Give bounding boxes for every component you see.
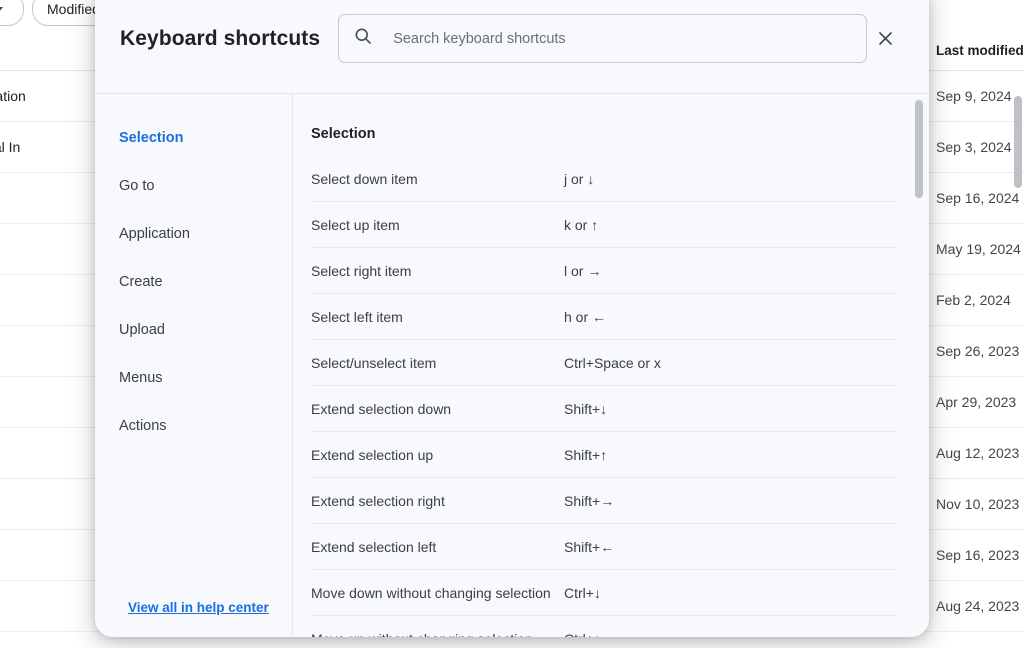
sidebar-item-selection[interactable]: Selection [95, 114, 292, 162]
shortcut-action-label: Extend selection left [311, 539, 564, 555]
shortcut-keys-label: j or ↓ [564, 171, 897, 187]
file-date-cell: Sep 26, 2023 [936, 343, 1024, 359]
sidebar-item-menus[interactable]: Menus [95, 354, 292, 402]
file-date-cell: May 19, 2024 [936, 241, 1024, 257]
chevron-down-icon [0, 7, 3, 12]
section-heading: Selection [311, 94, 897, 156]
shortcut-action-label: Extend selection right [311, 493, 564, 509]
shortcut-action-label: Move down without changing selection [311, 585, 564, 601]
search-box[interactable] [338, 14, 867, 63]
shortcut-keys-label: Shift+↓ [564, 401, 897, 417]
filter-chip-modified-label: Modified [47, 1, 100, 17]
sidebar-item-label: Go to [119, 178, 154, 194]
shortcut-keys-label: Shift+← [564, 539, 897, 555]
shortcut-keys-label: Ctrl+↓ [564, 585, 897, 601]
shortcut-keys-label: Shift+↑ [564, 447, 897, 463]
sidebar-item-label: Menus [119, 370, 163, 386]
file-list-scrollbar[interactable] [1014, 70, 1022, 646]
shortcut-row: Extend selection downShift+↓ [311, 385, 897, 431]
filter-chip-partial[interactable] [0, 0, 24, 26]
file-date-cell: Nov 10, 2023 [936, 496, 1024, 512]
shortcut-action-label: Select right item [311, 263, 564, 279]
sidebar-item-go-to[interactable]: Go to [95, 162, 292, 210]
dialog-header: Keyboard shortcuts [95, 0, 929, 94]
shortcut-keys-label: Ctrl+Space or x [564, 355, 897, 371]
file-date-cell: Aug 12, 2023 [936, 445, 1024, 461]
view-all-in-help-center-link[interactable]: View all in help center [128, 600, 269, 615]
file-date-cell: Sep 16, 2024 [936, 190, 1024, 206]
sidebar-item-actions[interactable]: Actions [95, 402, 292, 450]
shortcuts-scrollbar-thumb[interactable] [915, 100, 923, 198]
close-button[interactable] [867, 21, 903, 57]
page-title: Keyboard shortcuts [120, 27, 320, 51]
shortcuts-category-sidebar: Selection Go to Application Create Upload Men… [95, 94, 293, 637]
file-date-cell: Aug 24, 2023 [936, 598, 1024, 614]
shortcut-action-label: Select/unselect item [311, 355, 564, 371]
shortcut-row: Move up without changing selectionCtrl+↑ [311, 615, 897, 637]
sidebar-item-label: Application [119, 226, 190, 242]
file-date-cell: Feb 2, 2024 [936, 292, 1024, 308]
shortcut-row: Select/unselect itemCtrl+Space or x [311, 339, 897, 385]
shortcuts-scrollbar[interactable] [915, 100, 923, 631]
dialog-body: Selection Go to Application Create Upload Men… [95, 94, 929, 637]
sidebar-item-label: Create [119, 274, 163, 290]
shortcut-row: Extend selection rightShift+→ [311, 477, 897, 523]
sidebar-item-label: Upload [119, 322, 165, 338]
shortcut-keys-label: h or ← [564, 309, 897, 325]
sidebar-item-upload[interactable]: Upload [95, 306, 292, 354]
shortcut-row: Select up itemk or ↑ [311, 201, 897, 247]
sidebar-item-label: Actions [119, 418, 167, 434]
sidebar-item-label: Selection [119, 130, 183, 146]
sidebar-item-create[interactable]: Create [95, 258, 292, 306]
shortcut-action-label: Extend selection up [311, 447, 564, 463]
shortcut-keys-label: Ctrl+↑ [564, 631, 897, 638]
shortcut-row: Select right iteml or → [311, 247, 897, 293]
shortcut-keys-label: k or ↑ [564, 217, 897, 233]
shortcut-action-label: Select left item [311, 309, 564, 325]
sidebar-item-application[interactable]: Application [95, 210, 292, 258]
file-date-cell: Sep 16, 2023 [936, 547, 1024, 563]
search-icon [353, 26, 373, 51]
shortcut-row: Move down without changing selectionCtrl… [311, 569, 897, 615]
shortcut-action-label: Select up item [311, 217, 564, 233]
file-list-scrollbar-thumb[interactable] [1014, 96, 1022, 188]
shortcuts-scroll-area[interactable]: Selection Select down itemj or ↓Select u… [293, 94, 929, 637]
file-date-cell: Sep 9, 2024 [936, 88, 1024, 104]
shortcut-keys-label: l or → [564, 263, 897, 279]
search-input[interactable] [391, 14, 852, 63]
shortcut-row: Select down itemj or ↓ [311, 156, 897, 201]
file-date-cell: Apr 29, 2023 [936, 394, 1024, 410]
shortcut-action-label: Select down item [311, 171, 564, 187]
column-header-last-modified: Last modified [936, 43, 1024, 58]
shortcut-action-label: Move up without changing selection [311, 631, 564, 638]
shortcut-keys-label: Shift+→ [564, 493, 897, 509]
shortcut-row: Extend selection upShift+↑ [311, 431, 897, 477]
shortcuts-list-panel: Selection Select down itemj or ↓Select u… [293, 94, 929, 637]
file-date-cell: Sep 3, 2024 [936, 139, 1024, 155]
shortcut-row: Extend selection leftShift+← [311, 523, 897, 569]
keyboard-shortcuts-dialog: Keyboard shortcuts Selection Go to Applica… [95, 0, 929, 637]
shortcut-row: Select left itemh or ← [311, 293, 897, 339]
shortcut-action-label: Extend selection down [311, 401, 564, 417]
